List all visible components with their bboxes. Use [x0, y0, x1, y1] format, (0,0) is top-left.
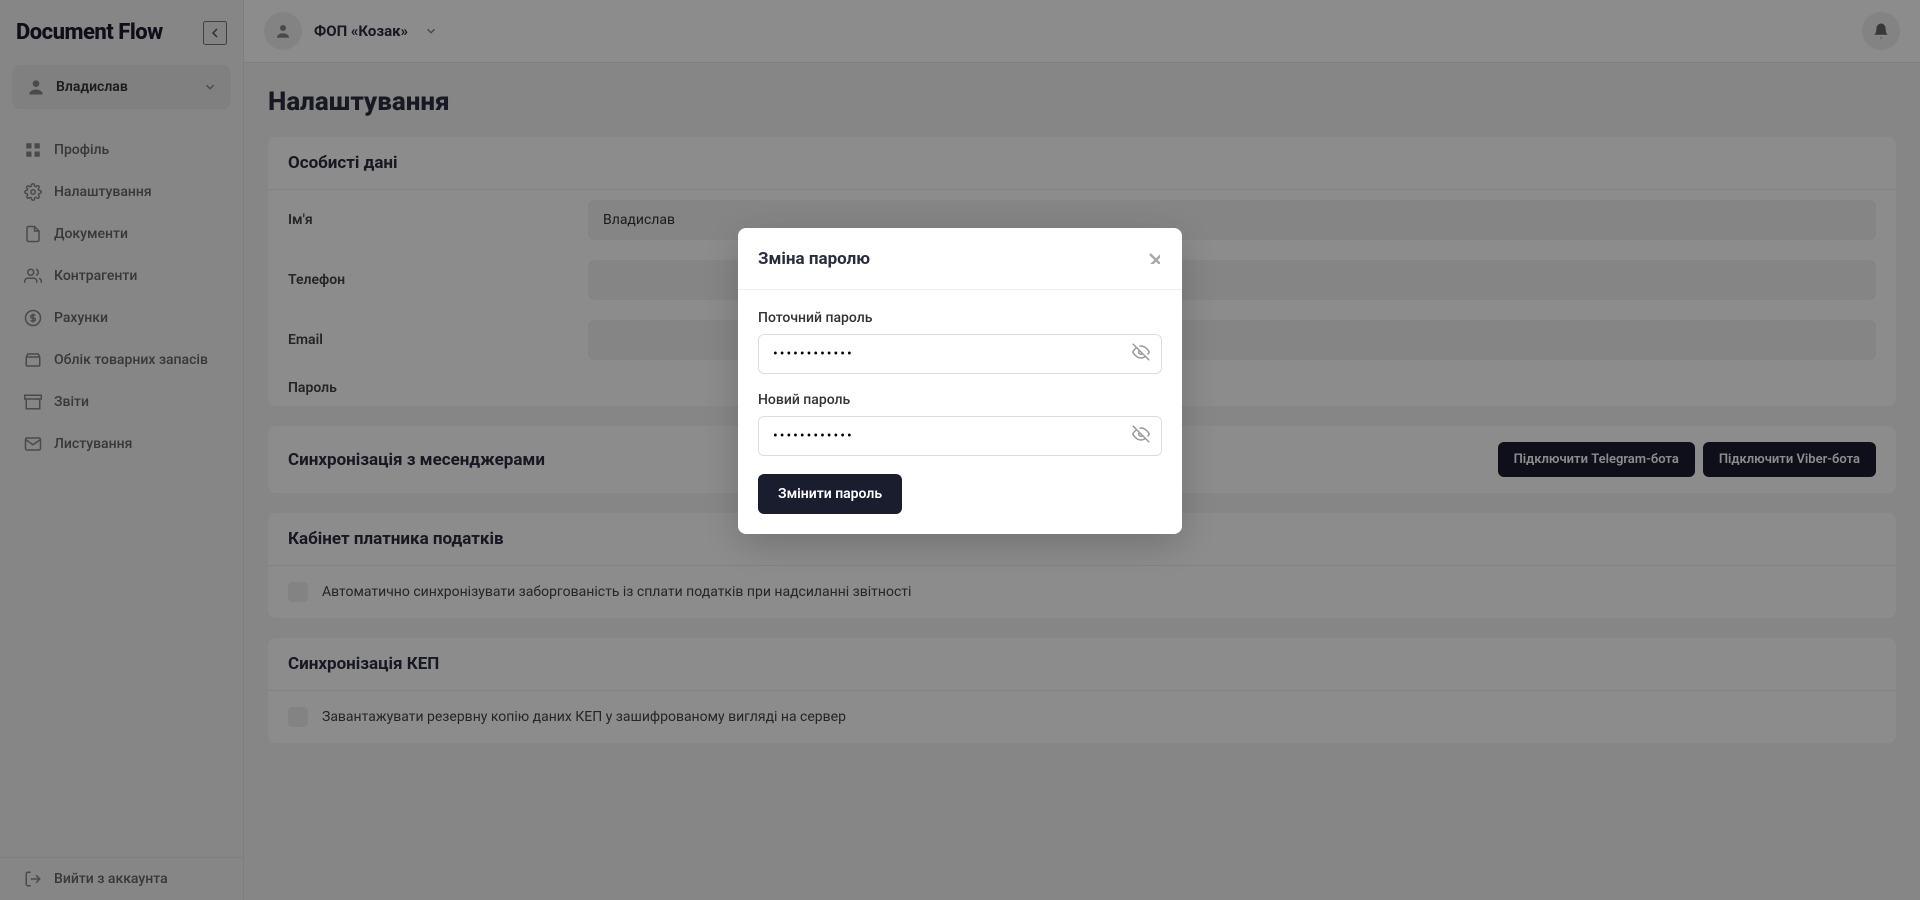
close-icon	[1144, 248, 1160, 264]
current-password-input[interactable]	[758, 334, 1162, 374]
eye-off-icon	[1132, 343, 1150, 361]
current-password-label: Поточний пароль	[758, 310, 1162, 326]
new-password-input[interactable]	[758, 416, 1162, 456]
modal-overlay[interactable]: Зміна паролю Поточний пароль Новий парол…	[0, 0, 1920, 900]
modal-close-button[interactable]	[1142, 246, 1162, 271]
change-password-submit-button[interactable]: Змінити пароль	[758, 474, 902, 514]
change-password-modal: Зміна паролю Поточний пароль Новий парол…	[738, 228, 1182, 534]
new-password-label: Новий пароль	[758, 392, 1162, 408]
toggle-current-password-visibility[interactable]	[1132, 343, 1150, 365]
modal-title: Зміна паролю	[758, 249, 1142, 269]
eye-off-icon	[1132, 425, 1150, 443]
toggle-new-password-visibility[interactable]	[1132, 425, 1150, 447]
